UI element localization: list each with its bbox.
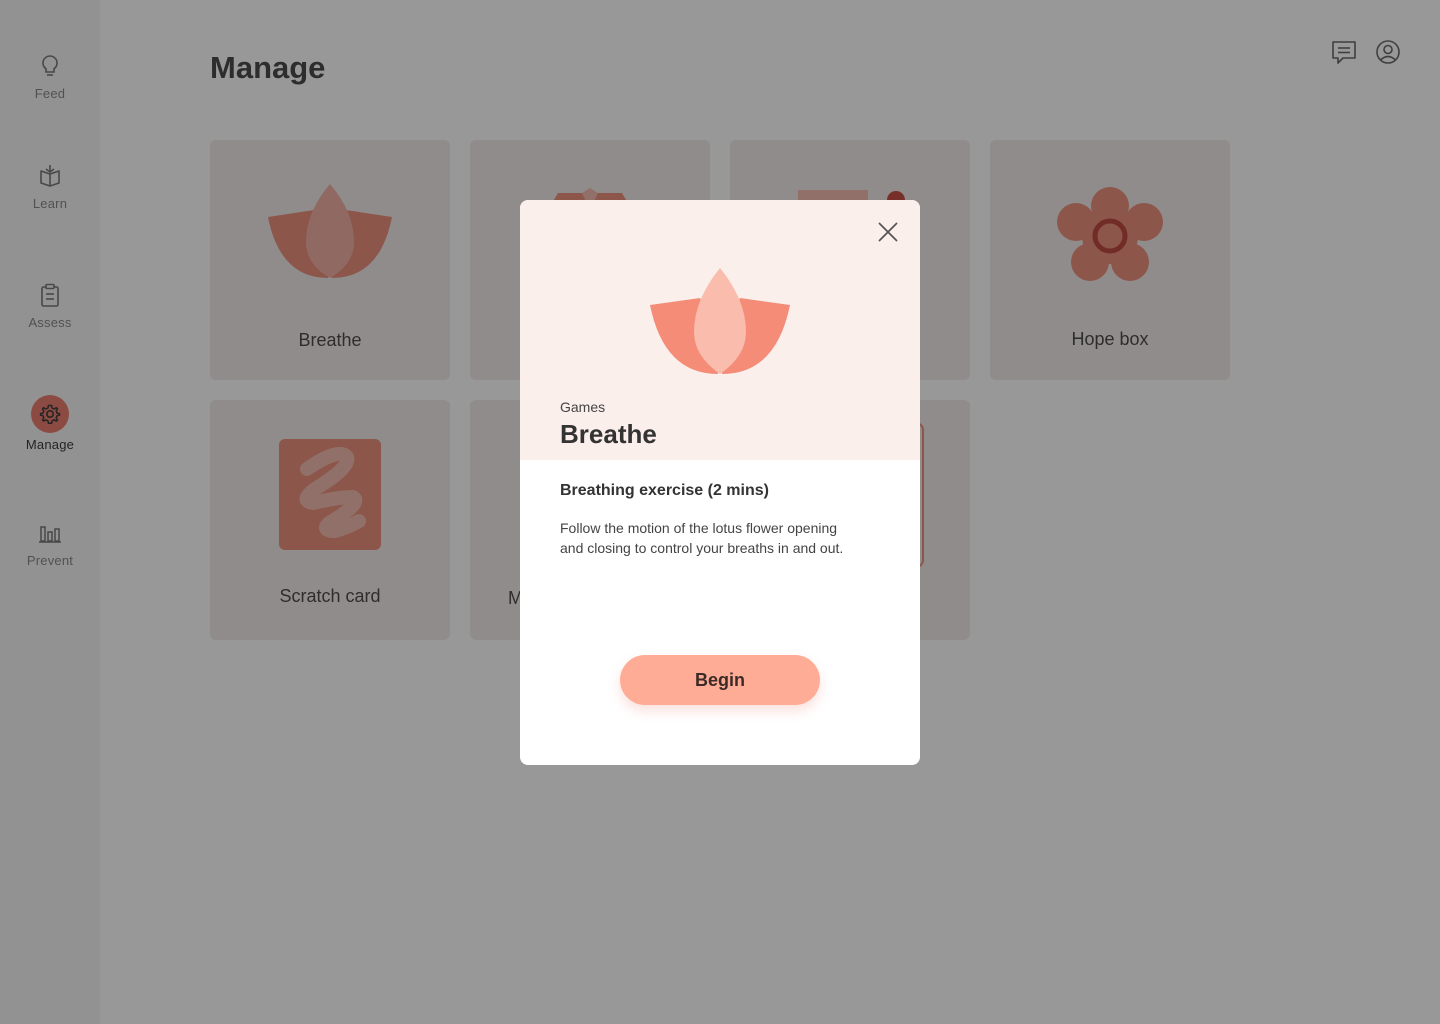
lotus-icon — [650, 268, 790, 374]
modal-subtitle: Breathing exercise (2 mins) — [560, 482, 769, 499]
begin-button[interactable]: Begin — [620, 655, 820, 705]
modal-title: Breathe — [560, 419, 657, 449]
modal-description: Follow the motion of the lotus flower op… — [560, 520, 844, 556]
game-detail-modal: Games Breathe Breathing exercise (2 mins… — [520, 200, 920, 765]
modal-header: Games Breathe — [520, 200, 920, 460]
modal-category: Games — [560, 399, 606, 415]
close-icon[interactable] — [874, 218, 902, 246]
